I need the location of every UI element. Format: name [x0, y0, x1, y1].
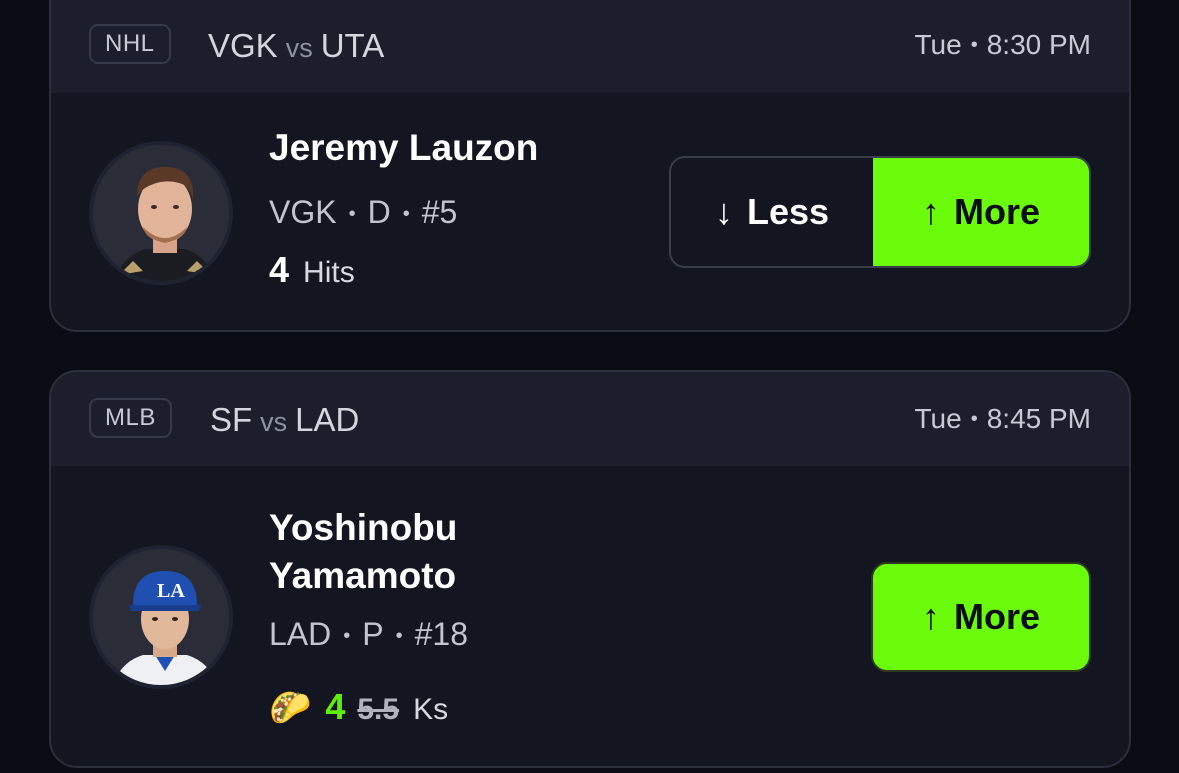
- vs-label: vs: [260, 407, 288, 437]
- game-day: Tue: [914, 29, 962, 60]
- player-number: #5: [421, 194, 458, 230]
- player-number: #18: [414, 616, 469, 652]
- svg-text:LA: LA: [157, 580, 185, 602]
- stat-old-value: 5.5: [357, 693, 400, 726]
- vs-label: vs: [285, 33, 313, 63]
- arrow-up-icon: ↑: [921, 191, 940, 232]
- stat-value: 4: [269, 249, 290, 290]
- more-label: More: [953, 191, 1040, 232]
- matchup: SF vs LAD: [210, 401, 359, 439]
- stat-value: 4: [325, 686, 346, 727]
- more-button[interactable]: ↑ More: [873, 158, 1089, 266]
- stat-label: Ks: [413, 693, 449, 726]
- pick-toggle: ↓ Less ↑ More: [669, 156, 1091, 268]
- less-button[interactable]: ↓ Less: [671, 158, 873, 266]
- player-position: D: [367, 194, 391, 230]
- game-clock: 8:45 PM: [986, 403, 1091, 434]
- league-badge: MLB: [89, 398, 172, 438]
- stat-line: 4 Hits: [269, 249, 355, 291]
- taco-icon: 🌮: [269, 689, 312, 727]
- player-meta: VGK • D • #5: [269, 194, 458, 230]
- player-position: P: [362, 616, 384, 652]
- away-team: LAD: [295, 401, 360, 438]
- game-day: Tue: [914, 403, 962, 434]
- stat-label: Hits: [303, 256, 355, 289]
- player-team: LAD: [269, 616, 332, 652]
- away-team: UTA: [320, 27, 385, 64]
- player-avatar: LA: [89, 545, 233, 689]
- pick-card-lauzon[interactable]: NHL VGK vs UTA Tue • 8:30 PM Jeremy Lauzon…: [49, 0, 1131, 332]
- game-header: NHL VGK vs UTA Tue • 8:30 PM: [51, 0, 1129, 93]
- pick-card-yamamoto[interactable]: MLB SF vs LAD Tue • 8:45 PM LA Yoshinobu Y…: [49, 370, 1131, 768]
- less-label: Less: [746, 191, 830, 232]
- game-time: Tue • 8:45 PM: [914, 403, 1091, 434]
- player-meta: LAD • P • #18: [269, 616, 469, 652]
- arrow-up-icon: ↑: [921, 596, 940, 637]
- matchup: VGK vs UTA: [208, 27, 384, 65]
- arrow-down-icon: ↓: [714, 191, 733, 232]
- player-team: VGK: [269, 194, 337, 230]
- player-first-name: Yoshinobu: [269, 507, 458, 548]
- more-label: More: [953, 596, 1040, 637]
- player-name: Yoshinobu Yamamoto: [269, 504, 457, 600]
- game-clock: 8:30 PM: [986, 29, 1091, 60]
- game-header: MLB SF vs LAD Tue • 8:45 PM: [51, 372, 1129, 466]
- player-avatar: [89, 141, 233, 285]
- league-badge: NHL: [89, 24, 171, 64]
- more-button[interactable]: ↑ More: [871, 562, 1091, 672]
- home-team: VGK: [208, 27, 278, 64]
- home-team: SF: [210, 401, 253, 438]
- game-time: Tue • 8:30 PM: [914, 29, 1091, 60]
- player-name: Jeremy Lauzon: [269, 127, 539, 168]
- stat-line: 🌮 4 5.5 Ks: [269, 686, 448, 728]
- player-last-name: Yamamoto: [269, 555, 457, 596]
